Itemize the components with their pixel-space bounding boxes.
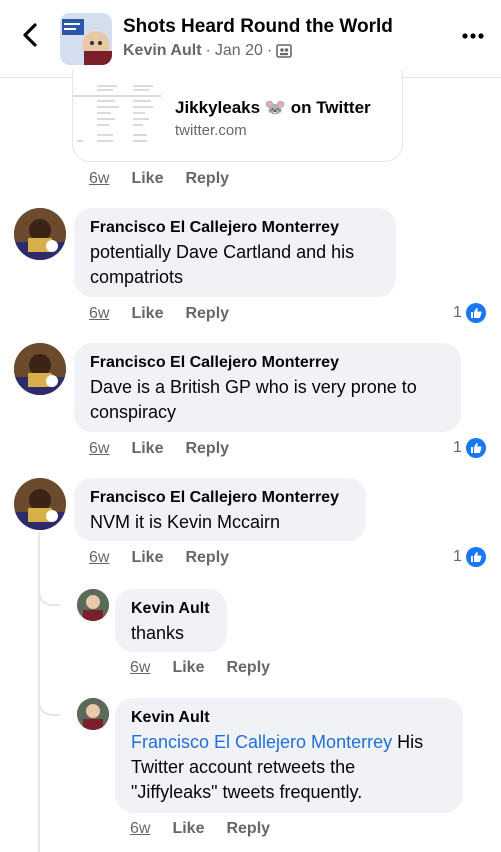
thumbs-up-icon xyxy=(465,303,486,323)
replier-name[interactable]: Kevin Ault xyxy=(131,708,447,728)
comment-bubble: Francisco El Callejero Monterrey NVM it … xyxy=(74,478,366,541)
replier-avatar[interactable] xyxy=(77,589,109,621)
reply-button[interactable]: Reply xyxy=(185,305,229,323)
replier-avatar[interactable] xyxy=(77,698,109,730)
thumbs-up-icon xyxy=(465,547,486,567)
thumbs-up-icon xyxy=(465,438,486,458)
comment-actions: 6w Like Reply xyxy=(89,305,229,323)
like-button[interactable]: Like xyxy=(172,659,204,677)
back-chevron-icon[interactable] xyxy=(18,22,44,48)
like-button[interactable]: Like xyxy=(172,820,204,838)
comment-text: potentially Dave Cartland and his compatr… xyxy=(90,242,355,287)
comment-bubble: Francisco El Callejero Monterrey potenti… xyxy=(74,208,396,297)
reaction-count[interactable]: 1 xyxy=(453,438,486,458)
reply-button[interactable]: Reply xyxy=(185,549,229,567)
group-title[interactable]: Shots Heard Round the World xyxy=(123,16,393,38)
reaction-number: 1 xyxy=(453,439,462,456)
reaction-count[interactable]: 1 xyxy=(453,303,486,323)
group-icon xyxy=(276,44,293,58)
post-date[interactable]: Jan 20 xyxy=(215,42,263,60)
commenter-avatar[interactable] xyxy=(14,343,66,395)
timestamp-link[interactable]: 6w xyxy=(130,820,150,838)
like-button[interactable]: Like xyxy=(131,305,163,323)
timestamp-link[interactable]: 6w xyxy=(130,659,150,677)
group-avatar[interactable] xyxy=(60,13,112,65)
commenter-name[interactable]: Francisco El Callejero Monterrey xyxy=(90,353,445,373)
commenter-name[interactable]: Francisco El Callejero Monterrey xyxy=(90,488,350,508)
commenter-avatar[interactable] xyxy=(14,208,66,260)
reaction-count[interactable]: 1 xyxy=(453,547,486,567)
like-button[interactable]: Like xyxy=(131,440,163,458)
link-title[interactable]: Jikkyleaks 🐭 on Twitter xyxy=(175,98,371,118)
comment-text: NVM it is Kevin Mccairn xyxy=(90,512,281,532)
reply-button[interactable]: Reply xyxy=(226,659,270,677)
timestamp-link[interactable]: 6w xyxy=(89,305,109,323)
comment-actions: 6w Like Reply xyxy=(89,549,229,567)
comment-text: Dave is a British GP who is very prone t… xyxy=(90,377,417,422)
reply-actions: 6w Like Reply xyxy=(130,820,270,838)
link-preview-card[interactable]: Jikkyleaks 🐭 on Twitter twitter.com xyxy=(72,70,403,162)
more-options-icon[interactable] xyxy=(460,26,486,46)
like-button[interactable]: Like xyxy=(131,170,163,188)
comment-actions: 6w Like Reply xyxy=(89,440,229,458)
meta-separator: · xyxy=(205,42,211,59)
link-actions: 6w Like Reply xyxy=(89,170,229,188)
reaction-number: 1 xyxy=(453,304,462,321)
reply-bubble: Kevin Ault thanks xyxy=(115,589,227,652)
link-domain: twitter.com xyxy=(175,122,247,139)
like-button[interactable]: Like xyxy=(131,549,163,567)
thread-connector xyxy=(38,694,60,716)
commenter-avatar[interactable] xyxy=(14,478,66,530)
comment-bubble: Francisco El Callejero Monterrey Dave is… xyxy=(74,343,461,432)
post-author[interactable]: Kevin Ault xyxy=(123,42,202,60)
timestamp-link[interactable]: 6w xyxy=(89,440,109,458)
post-meta: Kevin Ault · Jan 20 · xyxy=(123,42,293,60)
reply-text: Francisco El Callejero Monterrey His Twi… xyxy=(131,732,424,802)
timestamp-link[interactable]: 6w xyxy=(89,549,109,567)
reaction-number: 1 xyxy=(453,548,462,565)
mention-link[interactable]: Francisco El Callejero Monterrey xyxy=(131,732,392,752)
reply-actions: 6w Like Reply xyxy=(130,659,270,677)
timestamp-link[interactable]: 6w xyxy=(89,170,109,188)
reply-button[interactable]: Reply xyxy=(226,820,270,838)
link-thumbnail xyxy=(73,80,161,152)
thread-connector xyxy=(38,584,60,606)
reply-bubble: Kevin Ault Francisco El Callejero Monter… xyxy=(115,698,463,813)
reply-button[interactable]: Reply xyxy=(185,440,229,458)
replier-name[interactable]: Kevin Ault xyxy=(131,599,211,619)
meta-separator: · xyxy=(266,42,273,59)
commenter-name[interactable]: Francisco El Callejero Monterrey xyxy=(90,218,380,238)
reply-button[interactable]: Reply xyxy=(185,170,229,188)
reply-text: thanks xyxy=(131,623,185,643)
post-header: Shots Heard Round the World Kevin Ault ·… xyxy=(0,0,501,78)
thread-line xyxy=(38,532,40,852)
